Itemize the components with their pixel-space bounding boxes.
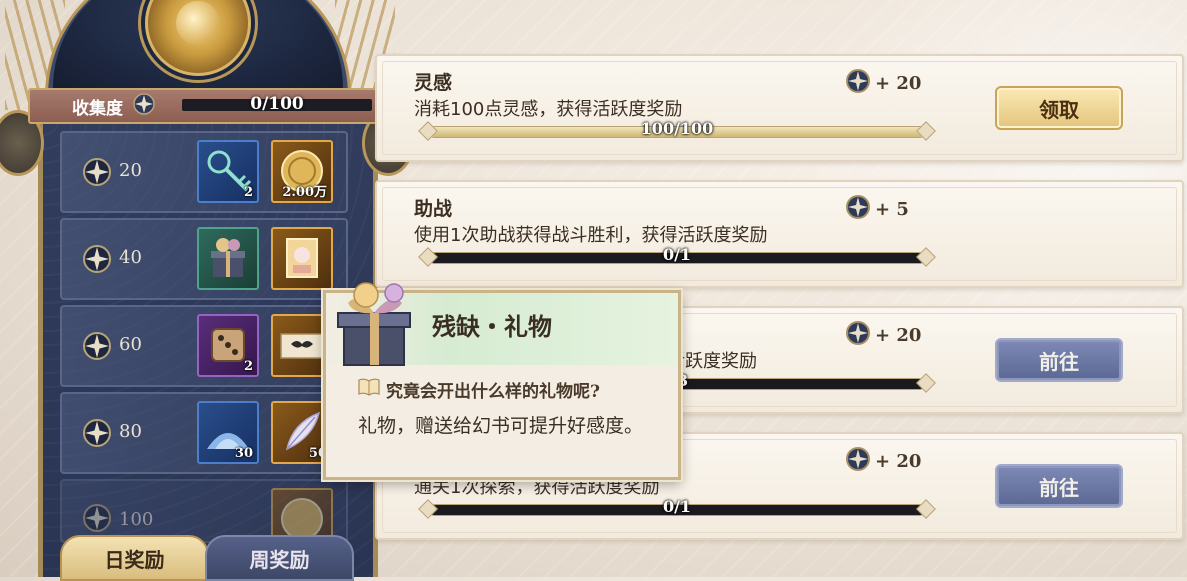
points-value: + 20 (875, 73, 922, 94)
reward-points: 20 (119, 160, 142, 181)
star-icon (82, 418, 112, 452)
reward-points: 80 (119, 421, 142, 442)
star-icon (82, 157, 112, 191)
quest-points: + 5 (845, 194, 909, 225)
points-value: + 20 (875, 325, 922, 346)
book-icon (358, 378, 380, 401)
tooltip-quote-text: 究竟会开出什么样的礼物呢? (386, 382, 600, 402)
star-icon (133, 93, 155, 119)
reward-item[interactable] (197, 227, 259, 290)
item-tooltip: 残缺・礼物 究竟会开出什么样的礼物呢? 礼物，赠送给幻书可提升好感度。 (323, 282, 681, 480)
star-icon (82, 331, 112, 365)
reward-points: 100 (119, 509, 154, 530)
quest-points: + 20 (845, 320, 921, 351)
item-quantity: 30 (234, 446, 253, 461)
gift-box-icon (211, 238, 245, 277)
quest-description: 使用1次助战获得战斗胜利，获得活跃度奖励 (414, 225, 768, 246)
star-icon (845, 320, 871, 351)
reward-item[interactable]: 2 (197, 314, 259, 377)
claim-button[interactable]: 领取 (995, 86, 1123, 130)
tooltip-description: 礼物，赠送给幻书可提升好感度。 (358, 415, 644, 437)
reward-row: 60 2 (60, 305, 348, 387)
tab-daily-reward[interactable]: 日奖励 (60, 535, 209, 581)
quest-card: 助战 使用1次助战获得战斗胜利，获得活跃度奖励 + 5 0/1 (375, 180, 1184, 288)
points-value: + 20 (875, 451, 922, 472)
star-icon (845, 68, 871, 99)
portrait-frame-icon (286, 238, 318, 278)
item-quantity: 2 (243, 359, 253, 374)
item-quantity: 2 (243, 185, 253, 200)
quest-points: + 20 (845, 68, 921, 99)
quest-points: + 20 (845, 446, 921, 477)
quest-card: 灵感 消耗100点灵感，获得活跃度奖励 + 20 100/100 领取 (375, 54, 1184, 162)
star-icon (845, 194, 871, 225)
gift-box-icon (328, 281, 424, 371)
star-icon (82, 244, 112, 278)
reward-item[interactable] (271, 227, 333, 290)
quest-progress: 0/1 (417, 497, 937, 519)
reward-item[interactable]: 2.00万 (271, 140, 333, 203)
quest-title: 助战 (414, 198, 453, 220)
item-quantity: 2.00万 (282, 185, 327, 200)
reward-points: 60 (119, 334, 142, 355)
reward-item[interactable]: 2 (197, 140, 259, 203)
star-icon (82, 503, 112, 537)
tooltip-flavor: 究竟会开出什么样的礼物呢? (358, 377, 600, 402)
quest-progress: 0/1 (417, 245, 937, 267)
go-button[interactable]: 前往 (995, 338, 1123, 382)
quest-description: 消耗100点灵感，获得活跃度奖励 (414, 99, 683, 120)
star-icon (845, 446, 871, 477)
collection-value: 0/100 (250, 94, 304, 114)
reward-row: 80 30 50 (60, 392, 348, 474)
reward-row: 20 2 2.00万 (60, 131, 348, 213)
go-button[interactable]: 前往 (995, 464, 1123, 508)
collection-label: 收集度 (72, 98, 123, 119)
progress-text: 0/1 (662, 497, 692, 516)
reward-tabs: 日奖励 周奖励 (60, 535, 354, 581)
reward-row: 100 (60, 479, 348, 551)
progress-text: 100/100 (640, 119, 714, 138)
collection-bar: 收集度 0/100 (28, 88, 377, 124)
reward-points: 40 (119, 247, 142, 268)
points-value: + 5 (875, 199, 909, 220)
quest-progress: 100/100 (417, 119, 937, 141)
quest-title: 灵感 (414, 72, 453, 94)
tooltip-title: 残缺・礼物 (432, 312, 552, 341)
tab-weekly-reward[interactable]: 周奖励 (205, 535, 354, 581)
progress-text: 0/1 (662, 245, 692, 264)
reward-item[interactable]: 30 (197, 401, 259, 464)
reward-row: 40 (60, 218, 348, 300)
